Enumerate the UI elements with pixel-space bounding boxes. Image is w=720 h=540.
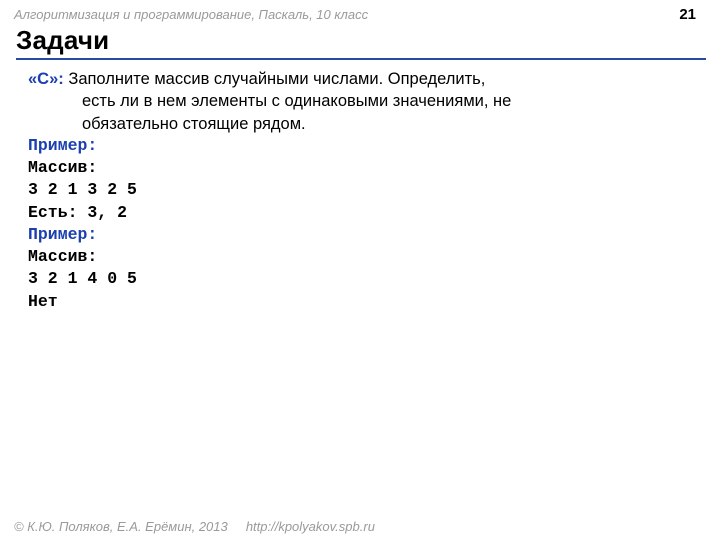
title-rule	[16, 58, 706, 60]
example1-label: Пример:	[28, 135, 702, 157]
example2-l1: Массив:	[28, 246, 702, 268]
header-strip: Алгоритмизация и программирование, Паска…	[0, 0, 720, 25]
page-title: Задачи	[16, 25, 706, 56]
footer-strip: © К.Ю. Поляков, Е.А. Ерёмин, 2013 http:/…	[0, 515, 720, 540]
example2-l3: Нет	[28, 291, 702, 313]
task-text-l1: Заполните массив случайными числами. Опр…	[68, 70, 485, 88]
slide: Алгоритмизация и программирование, Паска…	[0, 0, 720, 540]
footer-copyright: © К.Ю. Поляков, Е.А. Ерёмин, 2013	[14, 519, 228, 534]
task-line-1: «С»: Заполните массив случайными числами…	[28, 68, 702, 90]
task-text-l2: есть ли в нем элементы с одинаковыми зна…	[28, 90, 702, 112]
example1-l3: Есть: 3, 2	[28, 202, 702, 224]
example1-l1: Массив:	[28, 157, 702, 179]
content: «С»: Заполните массив случайными числами…	[0, 62, 720, 313]
task-text-l3: обязательно стоящие рядом.	[28, 113, 702, 135]
example2-label: Пример:	[28, 224, 702, 246]
example2-l2: 3 2 1 4 0 5	[28, 268, 702, 290]
title-block: Задачи	[0, 25, 720, 62]
task-label: «С»:	[28, 70, 64, 88]
course-label: Алгоритмизация и программирование, Паска…	[14, 7, 368, 22]
footer-url: http://kpolyakov.spb.ru	[246, 519, 375, 534]
example1-l2: 3 2 1 3 2 5	[28, 179, 702, 201]
page-number: 21	[679, 6, 696, 23]
